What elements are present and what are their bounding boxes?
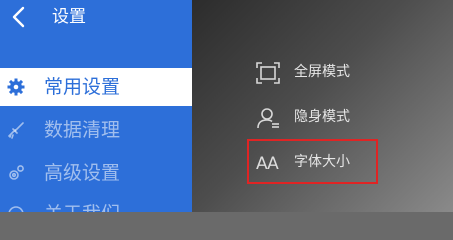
sidebar-item-label: 数据清理 [44,119,121,141]
option-label: 隐身模式 [294,109,350,125]
broom-icon [8,122,24,139]
highlight-annotation-box [247,139,378,184]
sidebar-item-label: 高级设置 [44,162,121,184]
back-arrow-icon[interactable] [10,6,26,28]
header: 设置 [0,0,192,40]
page-title: 设置 [52,7,86,27]
option-incognito-mode[interactable]: 隐身模式 [256,103,396,131]
sidebar-item-common-settings[interactable]: 常用设置 [0,68,192,106]
incognito-user-icon [257,108,279,129]
info-icon [8,206,24,212]
sidebar-item-about-us[interactable]: 关于我们 [0,195,192,212]
option-label: 全屏模式 [294,64,350,80]
sidebar: 设置 常用设置 数据清理 高级设置 [0,0,192,212]
sidebar-item-data-cleanup[interactable]: 数据清理 [0,111,192,149]
option-fullscreen-mode[interactable]: 全屏模式 [256,58,396,86]
gears-icon [9,165,24,180]
fullscreen-icon [256,62,280,84]
gear-icon [7,78,25,96]
sidebar-item-label: 关于我们 [44,202,120,212]
sidebar-item-label: 常用设置 [44,76,121,98]
sidebar-item-advanced-settings[interactable]: 高级设置 [0,154,192,192]
